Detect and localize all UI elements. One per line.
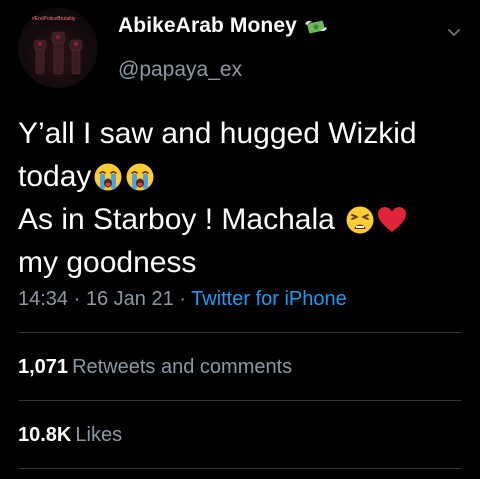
loudly-crying-face-icon [126, 163, 154, 190]
tweet-line-4: my goodness [18, 246, 197, 279]
meta-separator: · [68, 288, 86, 310]
tweet-line-1: Y’all I saw and hugged Wizkid [18, 117, 417, 150]
user-name-row[interactable]: AbikeArab Money [118, 14, 329, 38]
meta-separator: · [173, 288, 192, 310]
user-handle[interactable]: @papaya_ex [118, 58, 242, 82]
likes-count: 10.8K [18, 424, 72, 446]
retweets-label: Retweets and comments [72, 356, 293, 378]
divider [18, 468, 462, 469]
red-heart-icon [378, 206, 407, 232]
likes-stat[interactable]: 10.8K Likes [18, 424, 122, 447]
tweet-meta: 14:34 · 16 Jan 21 · Twitter for iPhone [18, 288, 347, 311]
tweet-source-link[interactable]: Twitter for iPhone [191, 288, 347, 310]
avatar[interactable]: #EndPoliceBrutality [18, 8, 98, 88]
tweet-line-2: today [18, 155, 468, 198]
tweet-date[interactable]: 16 Jan 21 [86, 288, 174, 310]
tweet-card: #EndPoliceBrutality AbikeArab Money @pap… [0, 0, 480, 479]
raised-fists-icon [33, 31, 83, 75]
retweets-stat[interactable]: 1,071 Retweets and comments [18, 356, 292, 379]
divider [18, 332, 462, 333]
retweets-count: 1,071 [18, 356, 69, 378]
tweet-body: Y’all I saw and hugged Wizkid today As i… [18, 112, 468, 284]
tweet-line-2-text: today [18, 160, 92, 193]
money-with-wings-icon [304, 20, 327, 34]
weary-face-icon [346, 206, 374, 233]
loudly-crying-face-icon [94, 163, 122, 190]
likes-label: Likes [75, 424, 123, 446]
display-name[interactable]: AbikeArab Money [118, 14, 297, 38]
divider [18, 400, 462, 401]
tweet-line-3-text: As in Starboy ! Machala [18, 203, 344, 236]
chevron-down-icon[interactable] [446, 24, 462, 40]
tweet-time[interactable]: 14:34 [18, 288, 68, 310]
tweet-line-3: As in Starboy ! Machala [18, 198, 468, 241]
